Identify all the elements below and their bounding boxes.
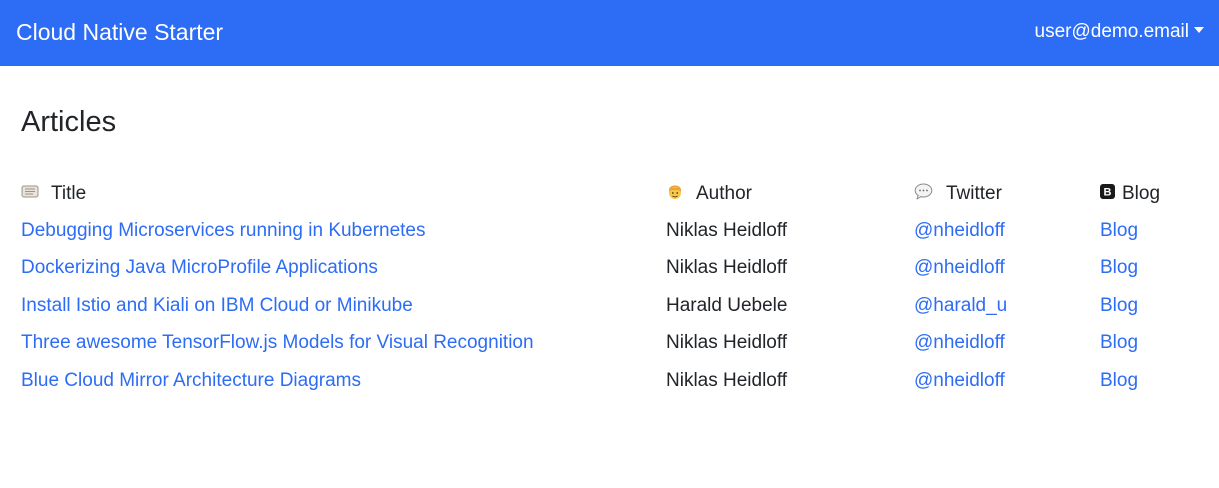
brand-link[interactable]: Cloud Native Starter: [16, 19, 223, 46]
scroll-icon: [21, 185, 39, 198]
blog-link[interactable]: Blog: [1100, 370, 1138, 391]
article-author: Niklas Heidloff: [666, 257, 788, 279]
blog-link[interactable]: Blog: [1100, 220, 1138, 241]
article-title-link[interactable]: Debugging Microservices running in Kuber…: [21, 220, 426, 241]
header-blog-label: Blog: [1122, 182, 1161, 204]
header-title: Title: [21, 175, 666, 212]
blog-link[interactable]: Blog: [1100, 295, 1138, 316]
table-row: Dockerizing Java MicroProfile Applicatio…: [21, 250, 1200, 287]
speech-balloon-icon: [914, 183, 933, 200]
table-row: Three awesome TensorFlow.js Models for V…: [21, 325, 1200, 362]
twitter-link[interactable]: @nheidloff: [914, 332, 1005, 353]
user-dropdown[interactable]: user@demo.email: [1035, 20, 1204, 44]
bold-b-icon: B: [1100, 184, 1115, 200]
header-author-label: Author: [696, 182, 752, 204]
blog-link[interactable]: Blog: [1100, 332, 1138, 353]
header-twitter: Twitter: [914, 175, 1100, 212]
twitter-link[interactable]: @harald_u: [914, 295, 1007, 316]
twitter-link[interactable]: @nheidloff: [914, 257, 1005, 278]
header-twitter-label: Twitter: [946, 182, 1002, 204]
table-row: Install Istio and Kiali on IBM Cloud or …: [21, 287, 1200, 324]
article-author: Niklas Heidloff: [666, 332, 788, 354]
table-row: Debugging Microservices running in Kuber…: [21, 212, 1200, 249]
person-icon: [669, 185, 681, 199]
top-navbar: Cloud Native Starter user@demo.email: [0, 0, 1219, 66]
chevron-down-icon: [1194, 27, 1204, 33]
blog-link[interactable]: Blog: [1100, 257, 1138, 278]
article-title-link[interactable]: Three awesome TensorFlow.js Models for V…: [21, 332, 534, 353]
article-title-link[interactable]: Dockerizing Java MicroProfile Applicatio…: [21, 257, 378, 278]
article-author: Harald Uebele: [666, 294, 788, 316]
article-title-link[interactable]: Blue Cloud Mirror Architecture Diagrams: [21, 370, 361, 391]
article-author: Niklas Heidloff: [666, 220, 788, 242]
user-email: user@demo.email: [1034, 21, 1189, 42]
header-title-label: Title: [51, 182, 87, 204]
twitter-link[interactable]: @nheidloff: [914, 370, 1005, 391]
twitter-link[interactable]: @nheidloff: [914, 220, 1005, 241]
articles-table: Title Author Twitter B Blog Debugging Mi…: [21, 175, 1200, 399]
page-title: Articles: [21, 106, 117, 138]
svg-text:B: B: [1104, 187, 1112, 199]
table-header-row: Title Author Twitter B Blog: [21, 175, 1200, 212]
header-author: Author: [666, 175, 914, 212]
article-title-link[interactable]: Install Istio and Kiali on IBM Cloud or …: [21, 295, 413, 316]
table-row: Blue Cloud Mirror Architecture Diagrams …: [21, 362, 1200, 399]
header-blog: B Blog: [1100, 175, 1200, 212]
article-author: Niklas Heidloff: [666, 369, 788, 391]
